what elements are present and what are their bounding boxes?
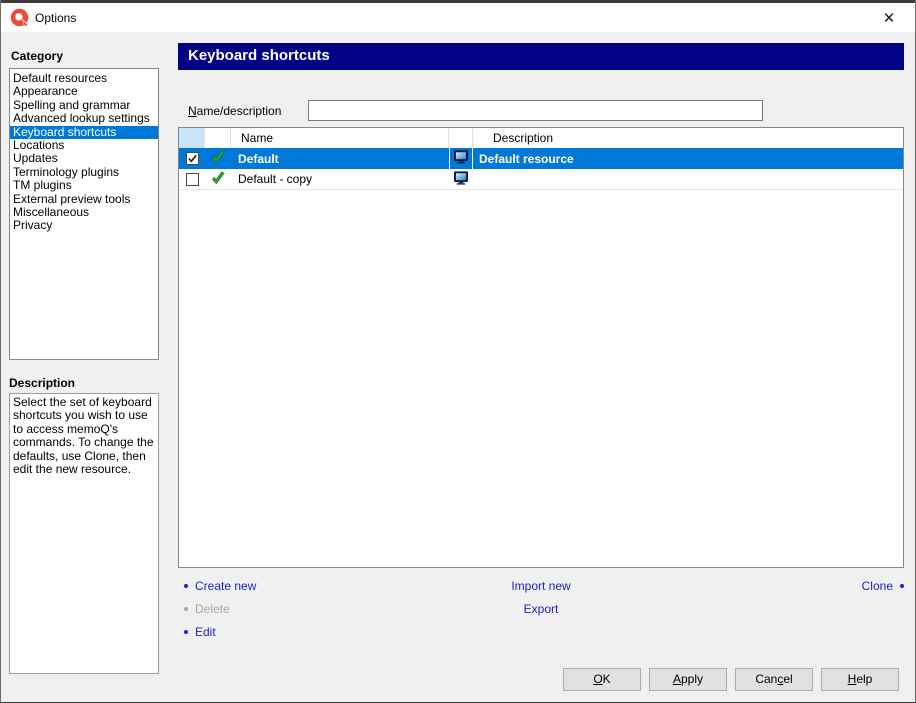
sidebar-item-advanced-lookup-settings[interactable]: Advanced lookup settings: [10, 112, 158, 125]
description-text: Select the set of keyboard shortcuts you…: [13, 395, 154, 476]
name-description-label: Name/description: [188, 104, 281, 118]
row-checkbox[interactable]: [186, 173, 199, 186]
sidebar-item-default-resources[interactable]: Default resources: [10, 72, 158, 85]
sidebar-item-privacy[interactable]: Privacy: [10, 219, 158, 232]
memoq-logo-icon: [10, 8, 29, 27]
apply-button[interactable]: Apply: [649, 668, 727, 691]
resource-name: Default: [231, 148, 449, 169]
row-checkbox[interactable]: [186, 152, 199, 165]
page-title: Keyboard shortcuts: [178, 43, 904, 70]
valid-check-icon: [210, 149, 226, 168]
category-label: Category: [11, 49, 63, 63]
clone-link[interactable]: Clone: [862, 579, 904, 593]
local-resource-icon: [453, 170, 469, 189]
resource-description: Default resource: [473, 148, 903, 169]
sidebar-item-miscellaneous[interactable]: Miscellaneous: [10, 206, 158, 219]
description-column-header: Description: [473, 128, 903, 148]
table-header-row: Name Description: [179, 128, 903, 148]
sidebar-item-appearance[interactable]: Appearance: [10, 85, 158, 98]
sidebar-item-tm-plugins[interactable]: TM plugins: [10, 179, 158, 192]
close-icon[interactable]: ✕: [871, 6, 907, 32]
name-column-header: Name: [231, 128, 449, 148]
resource-name: Default - copy: [231, 169, 449, 189]
sidebar-item-spelling-and-grammar[interactable]: Spelling and grammar: [10, 99, 158, 112]
table-row[interactable]: Default - copy: [179, 169, 903, 190]
status-column-header: [205, 128, 231, 148]
bullet-icon: [900, 584, 904, 588]
titlebar: Options ✕: [1, 3, 915, 32]
description-label: Description: [9, 376, 75, 390]
cancel-button[interactable]: Cancel: [735, 668, 813, 691]
import-new-link[interactable]: Import new: [511, 579, 570, 593]
bullet-icon: [184, 630, 188, 634]
sidebar-item-keyboard-shortcuts[interactable]: Keyboard shortcuts: [10, 126, 158, 139]
export-link[interactable]: Export: [524, 602, 559, 616]
help-button[interactable]: Help: [821, 668, 899, 691]
sidebar-item-external-preview-tools[interactable]: External preview tools: [10, 193, 158, 206]
options-dialog: Options ✕ Category Default resources App…: [0, 0, 916, 703]
description-box: Select the set of keyboard shortcuts you…: [9, 393, 159, 674]
table-row[interactable]: Default Default resource: [179, 148, 903, 169]
sidebar-item-locations[interactable]: Locations: [10, 139, 158, 152]
edit-link[interactable]: Edit: [184, 625, 216, 639]
icon-column-header: [449, 128, 473, 148]
resource-description: [473, 169, 903, 189]
ok-button[interactable]: OK: [563, 668, 641, 691]
sidebar-item-terminology-plugins[interactable]: Terminology plugins: [10, 166, 158, 179]
valid-check-icon: [210, 170, 226, 189]
category-listbox: Default resources Appearance Spelling an…: [9, 68, 159, 360]
name-description-input[interactable]: [308, 100, 763, 121]
local-resource-icon: [453, 149, 469, 168]
checkbox-column-header: [179, 128, 205, 148]
window-title: Options: [35, 11, 76, 25]
resources-table: Name Description Default: [178, 127, 904, 568]
sidebar-item-updates[interactable]: Updates: [10, 152, 158, 165]
